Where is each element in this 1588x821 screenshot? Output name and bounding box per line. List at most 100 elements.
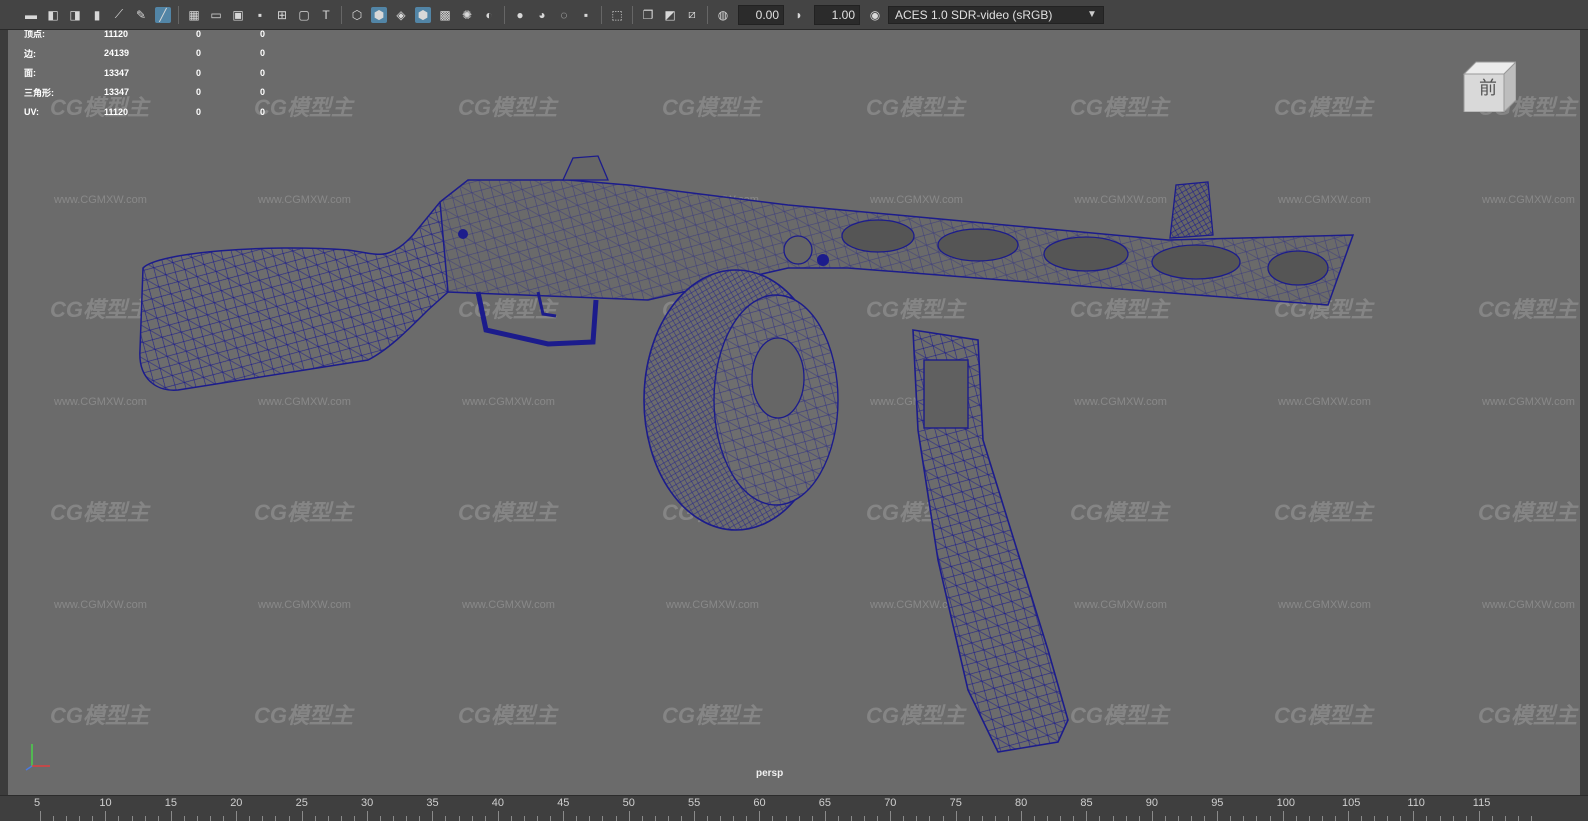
- ruler-tick: [798, 816, 800, 821]
- grease-pencil-icon[interactable]: ✎: [133, 7, 149, 23]
- view-transform-icon[interactable]: ◉: [867, 7, 883, 23]
- ruler-label: 60: [753, 797, 766, 809]
- ruler-tick: [1204, 816, 1206, 821]
- screen-space-ao-icon[interactable]: ●: [512, 7, 528, 23]
- ruler-label: 95: [1211, 797, 1224, 809]
- ruler-tick: [288, 816, 290, 821]
- shadows-icon[interactable]: ◐: [481, 7, 497, 23]
- ruler-tick: [1047, 816, 1049, 821]
- ruler-tick: [733, 816, 735, 821]
- ruler-tick: [79, 816, 81, 821]
- ruler-label: 40: [491, 797, 505, 809]
- grid-icon[interactable]: ▦: [186, 7, 202, 23]
- multisample-aa-icon[interactable]: ◌: [556, 7, 572, 23]
- wireframe-icon[interactable]: ⬡: [349, 7, 365, 23]
- ruler-tick: [1400, 816, 1402, 821]
- ruler-tick: [523, 816, 525, 821]
- ruler-label: 65: [818, 797, 832, 809]
- ruler-tick: [1334, 816, 1336, 821]
- viewport-toolbar: ▬ ◧ ◨ ▮ ⟋ ✎ ╱ ▦ ▭ ▣ ▪ ⊞ ▢ T ⬡ ⬢ ◈ ⬢ ▩ ✺ …: [0, 0, 1588, 30]
- ruler-tick: [419, 816, 421, 821]
- ruler-tick: [1099, 816, 1101, 821]
- wireframe-model[interactable]: [8, 30, 1580, 795]
- toolbar-separator: [707, 5, 708, 24]
- ruler-tick: [445, 816, 447, 821]
- xray-components-icon[interactable]: ⧄: [684, 7, 700, 23]
- field-chart-icon[interactable]: ⊞: [274, 7, 290, 23]
- isolate-select-icon[interactable]: ⬚: [609, 7, 625, 23]
- 2d-pan-zoom-icon[interactable]: ⟋: [111, 7, 127, 23]
- motion-blur-icon[interactable]: ◕: [534, 7, 550, 23]
- ruler-label: 105: [1342, 797, 1361, 809]
- camera-select-icon[interactable]: ▬: [23, 7, 39, 23]
- ruler-tick: [1112, 816, 1114, 821]
- right-panel-edge: [1580, 30, 1588, 795]
- wireframe-on-shaded-icon[interactable]: ⬢: [415, 6, 431, 23]
- ruler-tick: [1177, 816, 1179, 821]
- gamma-icon[interactable]: ◗: [791, 7, 807, 23]
- ruler-tick: [981, 816, 983, 821]
- ruler-tick: [1230, 816, 1232, 821]
- ruler-tick: [641, 816, 643, 821]
- safe-action-icon[interactable]: ▢: [296, 7, 312, 23]
- ruler-label: 35: [426, 797, 439, 809]
- ruler-tick: [942, 816, 944, 821]
- draw-tool-icon[interactable]: ╱: [155, 6, 171, 23]
- gun-body: [139, 155, 1355, 531]
- ruler-tick: [1034, 816, 1036, 821]
- chevron-down-icon[interactable]: ▼: [1085, 9, 1099, 22]
- image-plane-icon[interactable]: ▮: [89, 7, 105, 23]
- ruler-tick: [393, 816, 395, 821]
- smooth-shade-icon[interactable]: ⬢: [371, 6, 387, 23]
- ruler-label: 15: [164, 797, 178, 809]
- ruler-tick: [903, 816, 905, 821]
- default-material-icon[interactable]: ◈: [393, 7, 409, 23]
- depth-of-field-icon[interactable]: ▪: [578, 7, 594, 23]
- gate-mask-icon[interactable]: ▪: [252, 7, 268, 23]
- resolution-gate-icon[interactable]: ▣: [230, 7, 246, 23]
- xray-joints-icon[interactable]: ◩: [662, 7, 678, 23]
- ruler-tick: [1295, 816, 1297, 821]
- safe-title-icon[interactable]: T: [318, 7, 334, 23]
- ruler-tick: [785, 816, 787, 821]
- ruler-tick: [1374, 816, 1376, 821]
- exposure-icon[interactable]: ◍: [715, 7, 731, 23]
- camera-attributes-icon[interactable]: ◧: [45, 7, 61, 23]
- ruler-tick: [1361, 816, 1363, 821]
- ruler-tick: [1125, 816, 1127, 821]
- textured-icon[interactable]: ▩: [437, 7, 453, 23]
- ruler-tick: [1531, 816, 1533, 821]
- gamma-field[interactable]: 1.00: [814, 4, 860, 25]
- ruler-tick: [707, 816, 709, 821]
- timeline-ruler[interactable]: 5 10 15 20 25 30 35 40 45 50 55 60 65 70 75 80 85 90 95 100…: [0, 795, 1588, 821]
- ruler-tick: [576, 816, 578, 821]
- ruler-tick: [118, 816, 120, 821]
- ruler-tick: [210, 816, 212, 821]
- color-management-select[interactable]: ACES 1.0 SDR-video (sRGB) ▼: [888, 5, 1104, 24]
- ruler-label: 45: [557, 797, 570, 809]
- ruler-tick: [811, 816, 813, 821]
- ruler-tick: [406, 816, 408, 821]
- ruler-tick: [1491, 816, 1493, 821]
- stick-magazine: [912, 329, 1069, 753]
- 3d-viewport[interactable]: CG模型主 www.CGMXW.com CG模型主 www.CGMXW.com CG模型…: [8, 30, 1580, 795]
- ruler-tick: [484, 816, 486, 821]
- ruler-tick: [654, 816, 656, 821]
- ruler-tick: [602, 816, 604, 821]
- ruler-tick: [746, 816, 748, 821]
- ruler-tick: [223, 816, 225, 821]
- ruler-label: 30: [361, 797, 374, 809]
- ruler-label: 10: [99, 797, 112, 809]
- ruler-tick: [144, 816, 146, 821]
- film-gate-icon[interactable]: ▭: [208, 7, 224, 23]
- ruler-tick: [877, 816, 879, 821]
- use-all-lights-icon[interactable]: ✺: [459, 7, 475, 23]
- xray-icon[interactable]: ❐: [640, 7, 656, 23]
- ruler-label: 85: [1080, 797, 1093, 809]
- ruler-tick: [916, 816, 918, 821]
- ruler-label: 70: [884, 797, 897, 809]
- ruler-tick: [314, 816, 316, 821]
- ruler-label: 100: [1276, 797, 1295, 809]
- bookmark-icon[interactable]: ◨: [67, 7, 83, 23]
- exposure-field[interactable]: 0.00: [738, 4, 784, 25]
